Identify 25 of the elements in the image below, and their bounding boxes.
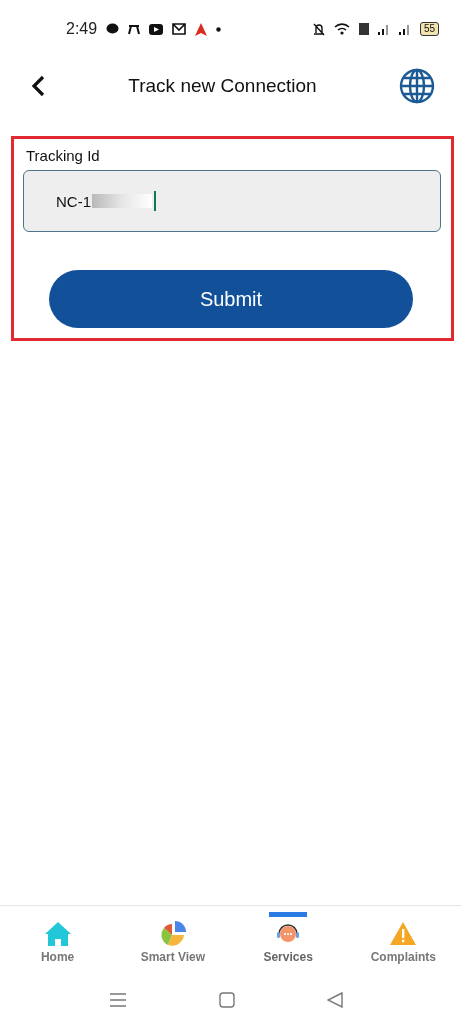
globe-icon[interactable] bbox=[399, 68, 435, 104]
page-title: Track new Connection bbox=[127, 75, 318, 97]
arrow-icon bbox=[195, 22, 208, 36]
mute-bell-icon bbox=[312, 22, 325, 36]
status-time: 2:49 bbox=[66, 20, 98, 38]
nav-tab[interactable]: Smart View bbox=[115, 906, 231, 976]
video-play-icon bbox=[149, 23, 164, 35]
field-label: Tracking Id bbox=[26, 147, 101, 164]
wifi-icon bbox=[333, 23, 350, 35]
dot-icon bbox=[216, 26, 222, 32]
back-icon[interactable] bbox=[30, 74, 46, 98]
signal-icon bbox=[398, 23, 411, 35]
tracking-id-field[interactable]: NC-1 bbox=[23, 170, 441, 232]
battery-indicator: 55 bbox=[419, 22, 439, 36]
warning-icon bbox=[389, 920, 418, 948]
nav-tab[interactable]: Home bbox=[0, 906, 116, 976]
nav-tab[interactable]: Services bbox=[230, 906, 346, 976]
submit-button[interactable]: Submit bbox=[49, 270, 413, 328]
back-triangle-icon[interactable] bbox=[326, 992, 343, 1008]
menu-icon[interactable] bbox=[108, 992, 127, 1008]
signal-icon bbox=[377, 23, 390, 35]
home-button-icon[interactable] bbox=[218, 992, 235, 1008]
mail-icon bbox=[172, 23, 187, 35]
nav-tab[interactable]: Complaints bbox=[345, 906, 461, 976]
home-icon bbox=[43, 920, 72, 948]
